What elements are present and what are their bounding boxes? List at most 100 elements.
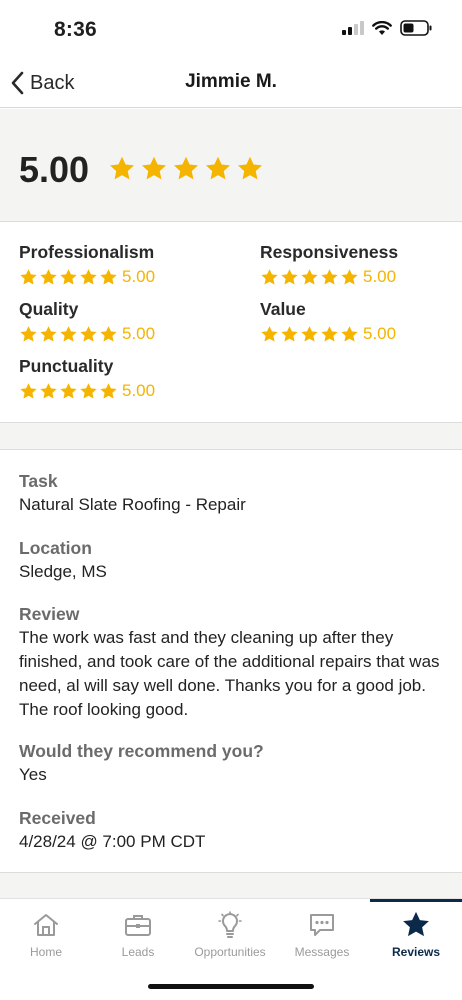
star-icon <box>80 325 97 342</box>
star-icon <box>173 156 199 180</box>
category-stars <box>19 325 118 344</box>
tab-opportunities[interactable]: Opportunities <box>184 899 276 969</box>
page-title: Jimmie M. <box>185 71 277 92</box>
status-bar: 8:36 <box>0 0 462 60</box>
category-label: Quality <box>19 299 79 319</box>
tab-reviews[interactable]: Reviews <box>370 899 462 969</box>
star-icon <box>237 156 263 180</box>
tab-label: Reviews <box>391 945 441 959</box>
category-value: 5.00 <box>122 267 156 286</box>
home-icon <box>32 911 60 939</box>
category-rating-row: 5.00 <box>19 267 155 287</box>
star-icon <box>60 382 77 399</box>
category-stars <box>19 382 118 401</box>
star-icon <box>401 911 431 939</box>
star-icon <box>205 156 231 180</box>
tab-label: Opportunities <box>194 945 266 959</box>
star-icon <box>40 325 57 342</box>
star-icon <box>341 268 358 285</box>
chat-icon <box>308 911 336 939</box>
tab-label: Leads <box>121 945 155 959</box>
star-icon <box>261 325 278 342</box>
wifi-icon <box>372 20 392 35</box>
category-rating-row: 5.00 <box>260 267 398 287</box>
overall-star-rating <box>108 155 264 183</box>
star-icon <box>341 325 358 342</box>
category-stars <box>260 325 359 344</box>
star-icon <box>301 268 318 285</box>
star-icon <box>281 268 298 285</box>
category-stars <box>260 268 359 287</box>
star-icon <box>40 382 57 399</box>
category-ratings: Professionalism 5.00 Responsiveness 5.00… <box>0 223 462 423</box>
star-icon <box>80 268 97 285</box>
star-icon <box>100 268 117 285</box>
category-value: 5.00 <box>363 267 397 286</box>
category-value-rating: Value 5.00 <box>260 299 396 344</box>
task-value: Natural Slate Roofing - Repair <box>19 495 246 514</box>
star-icon <box>20 382 37 399</box>
review-text: The work was fast and they cleaning up a… <box>19 628 440 719</box>
task-field: Task Natural Slate Roofing - Repair <box>19 469 444 517</box>
category-stars <box>19 268 118 287</box>
category-responsiveness: Responsiveness 5.00 <box>260 242 398 287</box>
received-value: 4/28/24 @ 7:00 PM CDT <box>19 832 206 851</box>
category-label: Professionalism <box>19 242 155 262</box>
tab-label: Messages <box>294 945 350 959</box>
received-label: Received <box>19 808 96 828</box>
star-icon <box>100 325 117 342</box>
category-punctuality: Punctuality 5.00 <box>19 356 155 401</box>
status-time: 8:36 <box>54 18 97 41</box>
star-icon <box>109 156 135 180</box>
star-icon <box>321 268 338 285</box>
category-rating-row: 5.00 <box>260 324 396 344</box>
star-icon <box>60 268 77 285</box>
category-label: Responsiveness <box>260 242 399 262</box>
category-label: Punctuality <box>19 356 114 376</box>
tab-messages[interactable]: Messages <box>276 899 368 969</box>
overall-rating-value: 5.00 <box>19 149 90 190</box>
status-icons <box>342 20 432 36</box>
location-label: Location <box>19 538 92 558</box>
recommend-field: Would they recommend you? Yes <box>19 739 444 787</box>
category-label: Value <box>260 299 306 319</box>
home-indicator <box>148 984 314 989</box>
star-icon <box>141 156 167 180</box>
tab-label: Home <box>29 945 62 959</box>
briefcase-icon <box>124 911 152 939</box>
star-icon <box>281 325 298 342</box>
star-icon <box>60 325 77 342</box>
lightbulb-icon <box>216 911 244 939</box>
task-label: Task <box>19 471 58 491</box>
star-icon <box>20 325 37 342</box>
section-divider <box>0 872 462 898</box>
tab-leads[interactable]: Leads <box>92 899 184 969</box>
location-field: Location Sledge, MS <box>19 536 444 584</box>
review-field: Review The work was fast and they cleani… <box>19 602 444 722</box>
star-icon <box>20 268 37 285</box>
location-value: Sledge, MS <box>19 562 107 581</box>
category-professionalism: Professionalism 5.00 <box>19 242 155 287</box>
overall-rating-section: 5.00 <box>0 109 462 222</box>
star-icon <box>40 268 57 285</box>
received-field: Received 4/28/24 @ 7:00 PM CDT <box>19 806 444 854</box>
battery-icon <box>400 20 432 36</box>
star-icon <box>301 325 318 342</box>
recommend-value: Yes <box>19 765 47 784</box>
star-icon <box>100 382 117 399</box>
category-quality: Quality 5.00 <box>19 299 155 344</box>
category-value: 5.00 <box>122 381 156 400</box>
category-value: 5.00 <box>363 324 397 343</box>
category-rating-row: 5.00 <box>19 324 155 344</box>
cellular-signal-icon <box>342 21 364 35</box>
recommend-label: Would they recommend you? <box>19 741 264 761</box>
star-icon <box>321 325 338 342</box>
nav-bar: Back Jimmie M. <box>0 60 462 108</box>
star-icon <box>261 268 278 285</box>
category-rating-row: 5.00 <box>19 381 155 401</box>
category-value: 5.00 <box>122 324 156 343</box>
section-divider <box>0 422 462 450</box>
star-icon <box>80 382 97 399</box>
tab-home[interactable]: Home <box>0 899 92 969</box>
review-label: Review <box>19 604 80 624</box>
